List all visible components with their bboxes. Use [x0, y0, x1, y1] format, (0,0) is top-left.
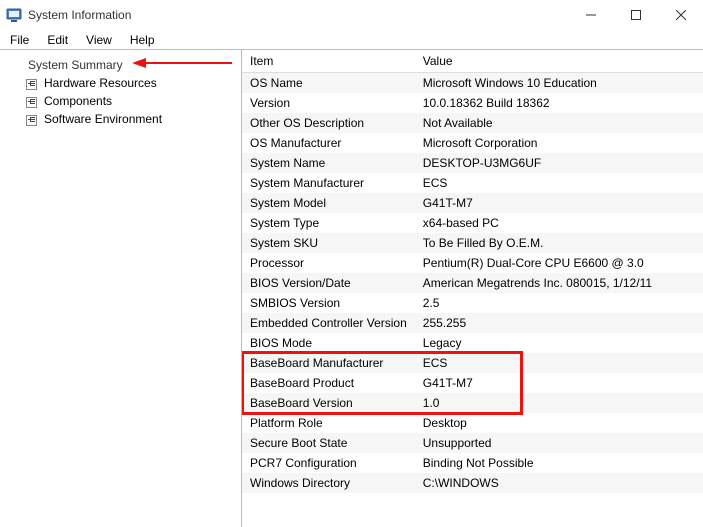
table-row[interactable]: System SKUTo Be Filled By O.E.M. — [242, 233, 703, 253]
cell-value: DESKTOP-U3MG6UF — [415, 153, 703, 173]
cell-value: C:\WINDOWS — [415, 473, 703, 493]
menu-bar: File Edit View Help — [0, 30, 703, 50]
cell-value: Legacy — [415, 333, 703, 353]
table-row[interactable]: PCR7 ConfigurationBinding Not Possible — [242, 453, 703, 473]
table-row[interactable]: BIOS Version/DateAmerican Megatrends Inc… — [242, 273, 703, 293]
table-row[interactable]: Other OS DescriptionNot Available — [242, 113, 703, 133]
menu-view[interactable]: View — [78, 31, 120, 49]
cell-value: 10.0.18362 Build 18362 — [415, 93, 703, 113]
cell-item: Other OS Description — [242, 113, 415, 133]
menu-help[interactable]: Help — [122, 31, 163, 49]
table-row[interactable]: BaseBoard Version1.0 — [242, 393, 703, 413]
close-button[interactable] — [658, 0, 703, 30]
cell-value: American Megatrends Inc. 080015, 1/12/11 — [415, 273, 703, 293]
cell-item: System Manufacturer — [242, 173, 415, 193]
cell-item: BaseBoard Manufacturer — [242, 353, 415, 373]
cell-item: Embedded Controller Version — [242, 313, 415, 333]
menu-edit[interactable]: Edit — [39, 31, 76, 49]
cell-value: 2.5 — [415, 293, 703, 313]
cell-value: Not Available — [415, 113, 703, 133]
cell-item: System Model — [242, 193, 415, 213]
table-row[interactable]: System Typex64-based PC — [242, 213, 703, 233]
tree-item-software-environment[interactable]: Software Environment — [4, 110, 237, 128]
cell-item: Platform Role — [242, 413, 415, 433]
cell-item: System Name — [242, 153, 415, 173]
table-row[interactable]: System ModelG41T-M7 — [242, 193, 703, 213]
cell-item: BIOS Mode — [242, 333, 415, 353]
table-row[interactable]: SMBIOS Version2.5 — [242, 293, 703, 313]
cell-value: Desktop — [415, 413, 703, 433]
window-title: System Information — [28, 8, 131, 22]
tree-pane: System Summary Hardware Resources Compon… — [0, 50, 242, 527]
cell-value: G41T-M7 — [415, 193, 703, 213]
maximize-button[interactable] — [613, 0, 658, 30]
cell-item: BaseBoard Product — [242, 373, 415, 393]
table-row[interactable]: Version10.0.18362 Build 18362 — [242, 93, 703, 113]
app-icon — [6, 7, 22, 23]
table-row[interactable]: System NameDESKTOP-U3MG6UF — [242, 153, 703, 173]
cell-item: Processor — [242, 253, 415, 273]
col-value[interactable]: Value — [415, 50, 703, 73]
cell-item: System SKU — [242, 233, 415, 253]
cell-value: x64-based PC — [415, 213, 703, 233]
tree-item-hardware-resources[interactable]: Hardware Resources — [4, 74, 237, 92]
cell-value: Microsoft Corporation — [415, 133, 703, 153]
table-row[interactable]: Secure Boot StateUnsupported — [242, 433, 703, 453]
cell-item: BIOS Version/Date — [242, 273, 415, 293]
table-row[interactable]: Embedded Controller Version255.255 — [242, 313, 703, 333]
table-row[interactable]: System ManufacturerECS — [242, 173, 703, 193]
cell-value: Microsoft Windows 10 Education — [415, 73, 703, 94]
body: System Summary Hardware Resources Compon… — [0, 50, 703, 527]
table-row[interactable]: BaseBoard ProductG41T-M7 — [242, 373, 703, 393]
table-row[interactable]: ProcessorPentium(R) Dual-Core CPU E6600 … — [242, 253, 703, 273]
cell-item: OS Name — [242, 73, 415, 94]
details-pane[interactable]: Item Value OS NameMicrosoft Windows 10 E… — [242, 50, 703, 527]
tree-item-label: Hardware Resources — [44, 76, 157, 90]
cell-item: SMBIOS Version — [242, 293, 415, 313]
table-row[interactable]: BaseBoard ManufacturerECS — [242, 353, 703, 373]
cell-value: ECS — [415, 353, 703, 373]
cell-item: PCR7 Configuration — [242, 453, 415, 473]
cell-item: Version — [242, 93, 415, 113]
cell-item: Secure Boot State — [242, 433, 415, 453]
table-row[interactable]: Platform RoleDesktop — [242, 413, 703, 433]
cell-value: Binding Not Possible — [415, 453, 703, 473]
cell-item: BaseBoard Version — [242, 393, 415, 413]
cell-value: To Be Filled By O.E.M. — [415, 233, 703, 253]
cell-item: Windows Directory — [242, 473, 415, 493]
cell-item: OS Manufacturer — [242, 133, 415, 153]
tree-item-label: Software Environment — [44, 112, 162, 126]
cell-value: G41T-M7 — [415, 373, 703, 393]
cell-value: 255.255 — [415, 313, 703, 333]
cell-item: System Type — [242, 213, 415, 233]
cell-value: 1.0 — [415, 393, 703, 413]
tree-item-label: Components — [44, 94, 112, 108]
table-row[interactable]: OS ManufacturerMicrosoft Corporation — [242, 133, 703, 153]
table-row[interactable]: BIOS ModeLegacy — [242, 333, 703, 353]
cell-value: Pentium(R) Dual-Core CPU E6600 @ 3.0 — [415, 253, 703, 273]
title-bar: System Information — [0, 0, 703, 30]
cell-value: Unsupported — [415, 433, 703, 453]
menu-file[interactable]: File — [2, 31, 37, 49]
cell-value: ECS — [415, 173, 703, 193]
table-row[interactable]: Windows DirectoryC:\WINDOWS — [242, 473, 703, 493]
details-table: Item Value OS NameMicrosoft Windows 10 E… — [242, 50, 703, 493]
minimize-button[interactable] — [568, 0, 613, 30]
tree-item-components[interactable]: Components — [4, 92, 237, 110]
col-item[interactable]: Item — [242, 50, 415, 73]
table-row[interactable]: OS NameMicrosoft Windows 10 Education — [242, 73, 703, 94]
tree-root-system-summary[interactable]: System Summary — [4, 56, 237, 74]
